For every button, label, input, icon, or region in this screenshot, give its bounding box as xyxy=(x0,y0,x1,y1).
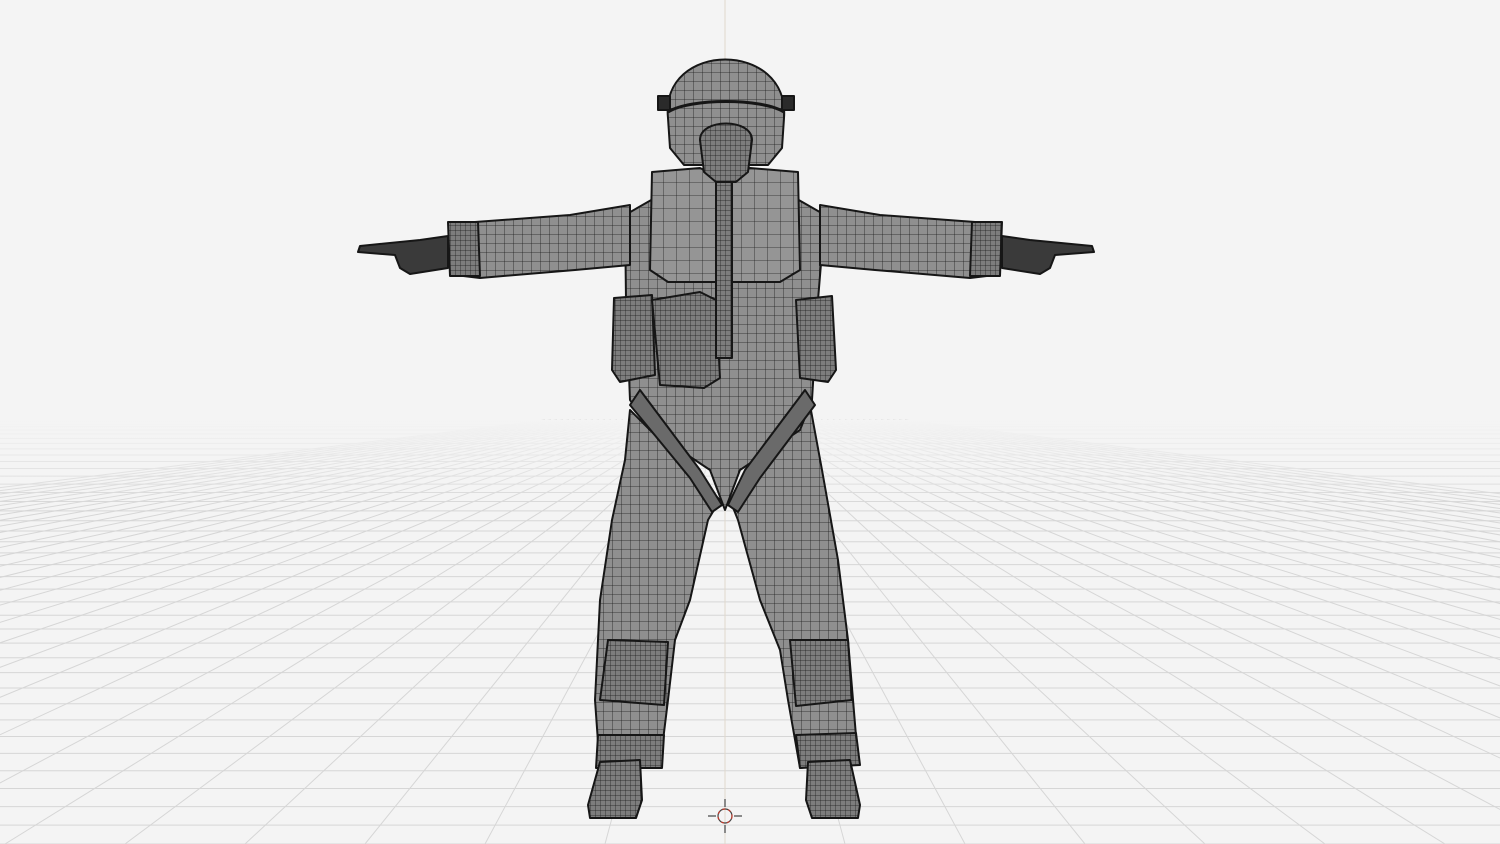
oxygen-hose xyxy=(715,177,733,359)
helmet-right-knob xyxy=(781,95,795,111)
right-sleeve-cuff xyxy=(969,221,1003,277)
right-boot xyxy=(805,759,861,819)
left-knee-pad xyxy=(599,639,669,706)
oxygen-mask xyxy=(699,122,753,183)
viewport-canvas[interactable] xyxy=(0,0,1500,844)
left-side-pouch xyxy=(611,294,656,383)
right-side-pouch xyxy=(795,295,837,383)
helmet-left-knob xyxy=(657,95,671,111)
3d-viewport[interactable] xyxy=(0,0,1500,844)
chest-pouch xyxy=(651,291,721,389)
left-sleeve-cuff xyxy=(447,221,481,277)
right-knee-pad xyxy=(789,639,853,707)
